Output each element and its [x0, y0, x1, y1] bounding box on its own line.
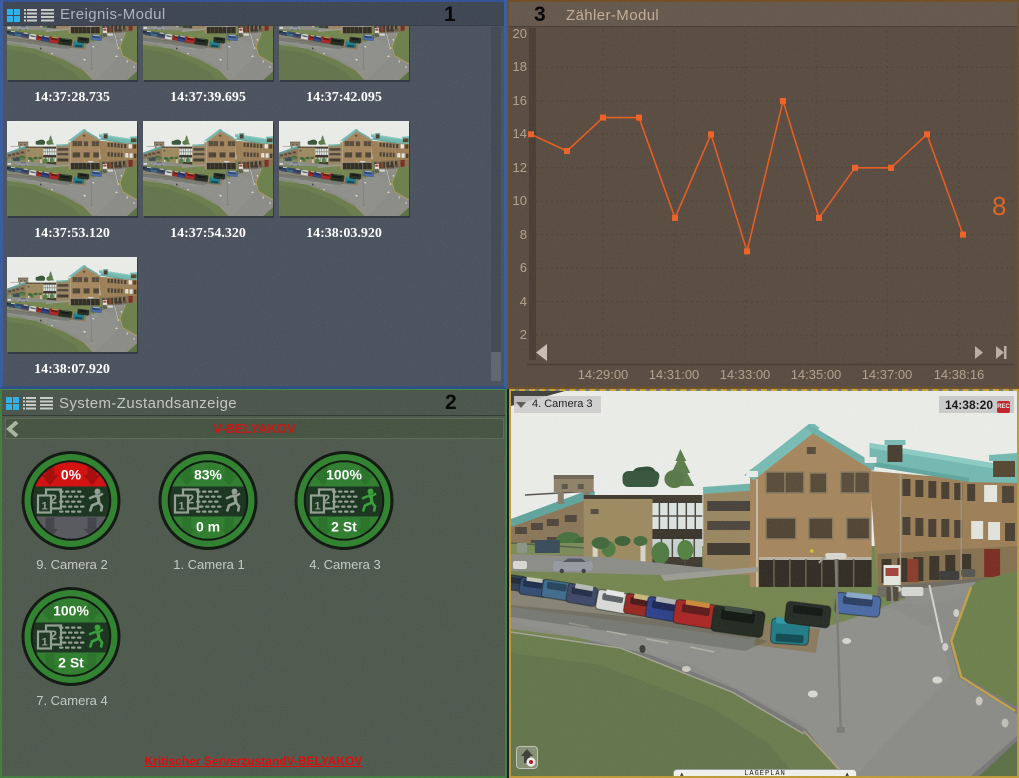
svg-text:1: 1: [41, 637, 47, 649]
svg-text:2 St: 2 St: [58, 655, 84, 671]
svg-text:100%: 100%: [326, 467, 362, 483]
svg-text:0 m: 0 m: [196, 519, 220, 535]
svg-text:1: 1: [178, 501, 184, 513]
svg-text:1: 1: [41, 501, 47, 513]
svg-text:2 St: 2 St: [331, 519, 357, 535]
svg-text:100%: 100%: [53, 603, 89, 619]
svg-text:0%: 0%: [61, 467, 82, 483]
svg-text:1: 1: [314, 501, 320, 513]
svg-text:83%: 83%: [194, 467, 223, 483]
